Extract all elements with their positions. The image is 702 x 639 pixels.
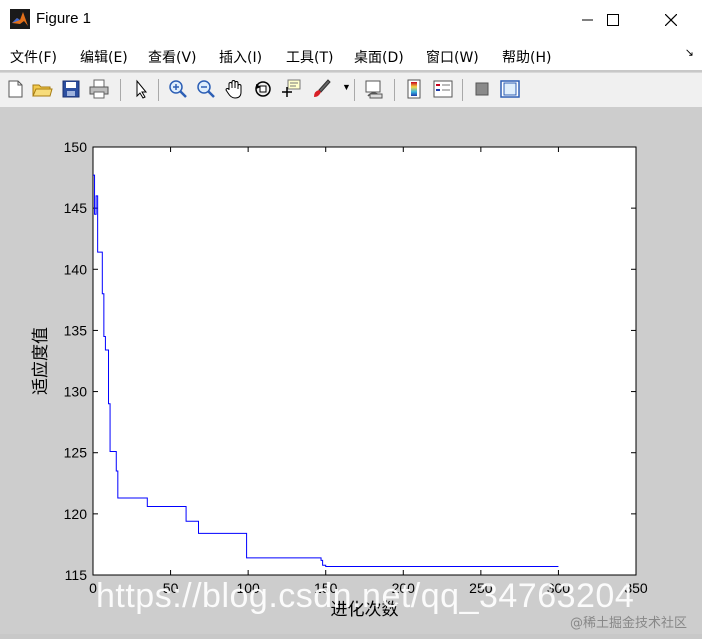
line-chart[interactable]: 0 50 100 150 200 250 300 3501151201251301351401… [0,107,702,634]
menu-bar: 文件(F) 编辑(E) 查看(V) 插入(I) 工具(T) 桌面(D) 窗口(W… [0,40,702,70]
toolbar-separator [120,79,121,101]
open-file-icon[interactable] [31,78,53,100]
new-figure-icon[interactable] [4,78,26,100]
y-tick-label: 135 [64,322,88,338]
edit-plot-arrow-icon[interactable] [130,78,152,100]
zoom-out-icon[interactable] [195,78,217,100]
menu-edit[interactable]: 编辑(E) [80,47,128,67]
toolbar-separator [394,79,395,101]
toolbar-separator [354,79,355,101]
figure-canvas: 0 50 100 150 200 250 300 350 115 120 125 130 135 140 1… [0,107,702,634]
close-icon [665,14,677,26]
dock-arrow-icon[interactable]: ↘ [685,46,694,59]
link-plot-icon[interactable] [363,78,385,100]
y-tick-label: 115 [65,567,88,583]
y-tick-label: 145 [64,200,88,216]
y-tick-label: 150 [64,139,88,155]
show-plot-tools-icon[interactable] [499,78,521,100]
menu-insert[interactable]: 插入(I) [219,47,262,67]
figure-toolbar: ▼ [0,72,702,108]
close-button[interactable] [648,0,694,40]
zoom-in-icon[interactable] [167,78,189,100]
brand-watermark: @稀土掘金技术社区 [570,616,688,631]
colorbar-icon[interactable] [403,78,425,100]
window-title: Figure 1 [36,10,92,27]
brush-dropdown-icon[interactable]: ▼ [342,82,351,92]
legend-icon[interactable] [432,78,454,100]
toolbar-separator [158,79,159,101]
menu-window[interactable]: 窗口(W) [426,47,479,67]
print-icon[interactable] [88,78,110,100]
matlab-logo-icon [10,9,30,29]
toolbar-separator [462,79,463,101]
y-tick-label: 125 [64,445,88,461]
maximize-icon [607,14,619,26]
maximize-button[interactable] [590,0,636,40]
pan-hand-icon[interactable] [223,78,245,100]
menu-desktop[interactable]: 桌面(D) [354,47,404,67]
menu-file[interactable]: 文件(F) [10,47,57,67]
menu-help[interactable]: 帮助(H) [502,47,551,67]
y-tick-label: 120 [64,506,88,522]
menu-tools[interactable]: 工具(T) [286,47,333,67]
y-axis-label: 适应度值 [31,327,51,395]
y-tick-label: 140 [64,261,88,277]
menu-view[interactable]: 查看(V) [148,47,197,67]
axes-box[interactable] [92,146,637,576]
brush-icon[interactable] [310,78,332,100]
y-tick-label: 130 [64,384,88,400]
rotate-3d-icon[interactable] [252,78,274,100]
data-cursor-icon[interactable] [280,78,302,100]
hide-plot-tools-icon[interactable] [471,78,493,100]
url-watermark: https://blog.csdn.net/qq_34763204 [96,577,635,615]
save-icon[interactable] [60,78,82,100]
title-bar: Figure 1 [0,0,702,40]
